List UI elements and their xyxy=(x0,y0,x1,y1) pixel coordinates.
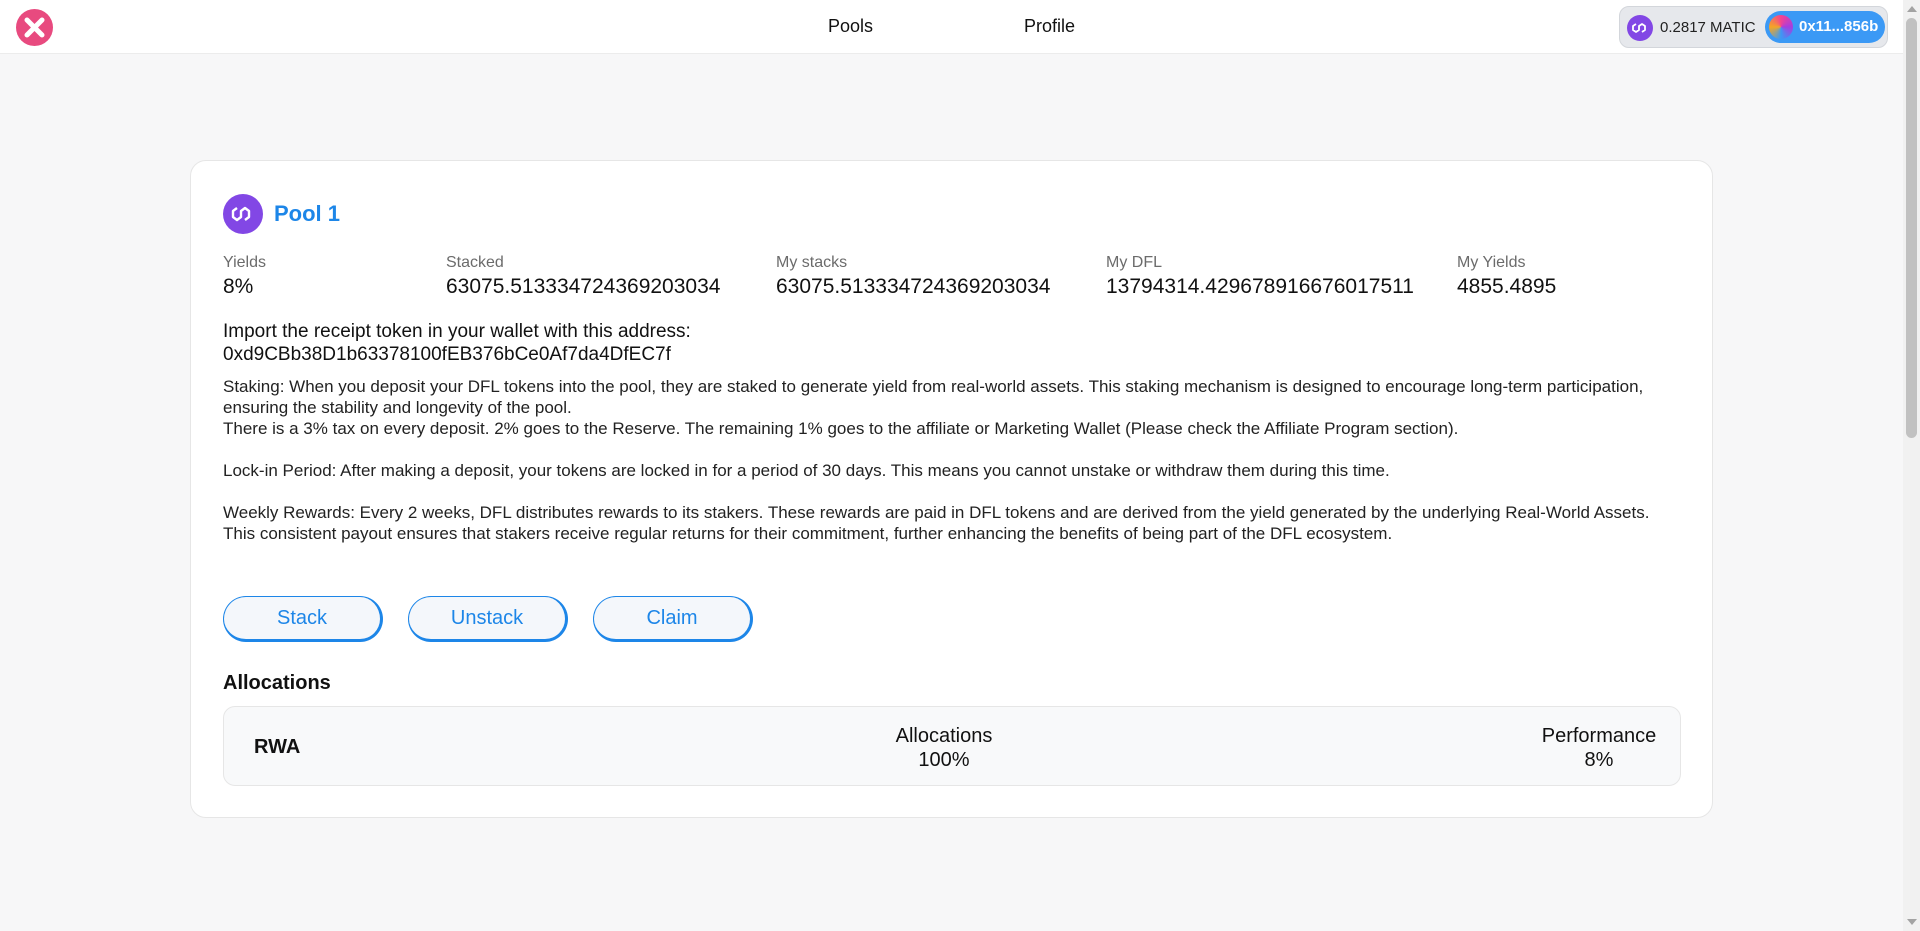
tax-paragraph: There is a 3% tax on every deposit. 2% g… xyxy=(223,419,1459,438)
receipt-token-address: 0xd9CBb38D1b63378100fEB376bCe0Af7da4DfEC… xyxy=(223,344,671,365)
stat-value: 63075.513334724369203034 xyxy=(776,275,1051,298)
scroll-up-arrow-icon[interactable] xyxy=(1907,6,1917,12)
stat-my-stacks: My stacks 63075.513334724369203034 xyxy=(776,254,1050,300)
stack-button[interactable]: Stack xyxy=(223,596,383,642)
polygon-matic-icon xyxy=(1627,15,1653,41)
allocation-performance-value: 8% xyxy=(1584,749,1614,771)
polygon-icon xyxy=(223,194,263,234)
stat-stacked: Stacked 63075.513334724369203034 xyxy=(446,254,720,300)
x-circle-icon[interactable] xyxy=(16,9,53,46)
stat-label: Stacked xyxy=(446,254,504,271)
stat-value: 8% xyxy=(223,275,254,298)
lock-in-paragraph: Lock-in Period: After making a deposit, … xyxy=(223,461,1390,480)
stat-my-dfl: My DFL 13794314.429678916676017511 xyxy=(1106,254,1414,300)
rewards-paragraph: Weekly Rewards: Every 2 weeks, DFL distr… xyxy=(223,503,1650,543)
unstack-button[interactable]: Unstack xyxy=(408,596,568,642)
avatar xyxy=(1769,15,1793,39)
claim-button[interactable]: Claim xyxy=(593,596,753,642)
top-navbar: Pools Profile 0.2817 MATIC 0x11...856b xyxy=(0,0,1903,54)
allocation-row: RWA Allocations 100% Performance 8% xyxy=(223,706,1681,786)
stat-label: My stacks xyxy=(776,254,848,271)
pool-card: Pool 1 Yields 8% Stacked 63075.513334724… xyxy=(190,160,1713,818)
allocations-heading: Allocations xyxy=(223,672,331,694)
matic-balance: 0.2817 MATIC xyxy=(1660,19,1756,36)
allocation-share-value: 100% xyxy=(918,749,970,771)
account-button[interactable]: 0x11...856b xyxy=(1765,11,1885,43)
allocation-share-label: Allocations xyxy=(895,725,993,747)
stat-value: 4855.4895 xyxy=(1457,275,1557,298)
stat-my-yields: My Yields 4855.4895 xyxy=(1457,254,1556,300)
allocation-asset-name: RWA xyxy=(254,736,301,758)
stat-label: Yields xyxy=(223,254,266,271)
stat-value: 63075.513334724369203034 xyxy=(446,275,721,298)
stat-label: My Yields xyxy=(1457,254,1526,271)
allocation-performance-label: Performance xyxy=(1541,725,1657,747)
stat-value: 13794314.429678916676017511 xyxy=(1106,275,1414,298)
pool-title: Pool 1 xyxy=(274,201,341,226)
stat-yields: Yields 8% xyxy=(223,254,266,300)
stat-label: My DFL xyxy=(1106,254,1162,271)
scroll-down-arrow-icon[interactable] xyxy=(1907,919,1917,925)
page-scrollbar[interactable] xyxy=(1903,0,1920,931)
staking-paragraph: Staking: When you deposit your DFL token… xyxy=(223,377,1644,417)
wallet-widget: 0.2817 MATIC 0x11...856b xyxy=(1619,6,1888,48)
allocation-share: Allocations 100% xyxy=(864,724,1024,772)
pool-description: Staking: When you deposit your DFL token… xyxy=(223,376,1685,544)
import-token-label: Import the receipt token in your wallet … xyxy=(223,321,691,342)
nav-link-profile[interactable]: Profile xyxy=(1024,16,1075,37)
allocation-performance: Performance 8% xyxy=(1529,724,1669,772)
nav-link-pools[interactable]: Pools xyxy=(828,16,873,37)
account-address: 0x11...856b xyxy=(1799,18,1879,35)
scrollbar-thumb[interactable] xyxy=(1906,18,1917,438)
